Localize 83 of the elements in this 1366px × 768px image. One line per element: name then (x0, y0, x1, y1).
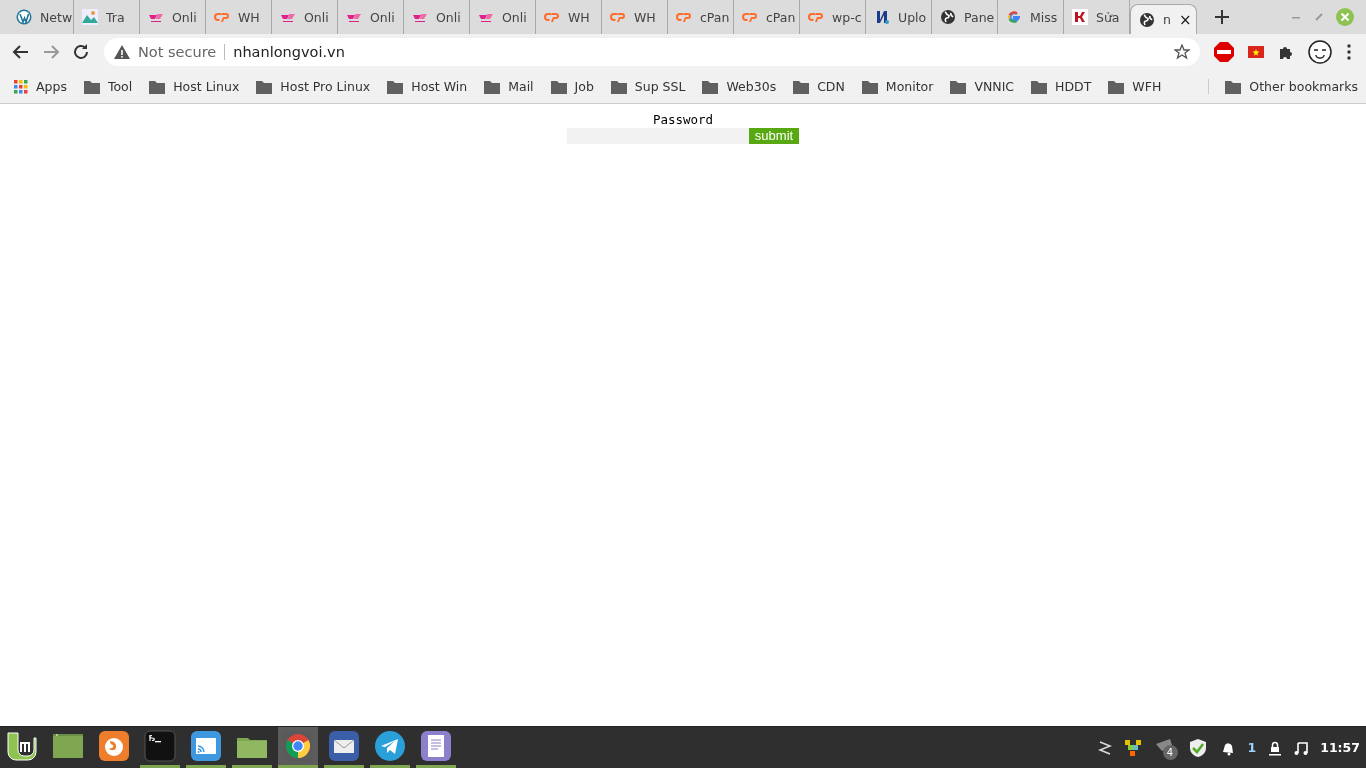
globe-icon (940, 9, 956, 25)
tab-title: WH (238, 9, 260, 25)
profile-avatar-icon[interactable] (1308, 40, 1332, 64)
telegram-icon[interactable] (374, 730, 406, 762)
other-bookmarks-link[interactable]: Other bookmarks (1249, 79, 1358, 94)
bookmark-link[interactable]: VNNIC (974, 79, 1015, 94)
tab-title: Tra (106, 9, 125, 25)
tab-title: cPan (700, 9, 730, 25)
brand-mark-icon (874, 9, 890, 25)
flag-icon[interactable] (1248, 46, 1264, 58)
bookmark-link[interactable]: Sup SSL (634, 79, 686, 94)
google-icon (1006, 9, 1022, 25)
bookmark-link[interactable]: Host Linux (173, 79, 240, 94)
bookmark-link[interactable]: Mail (508, 79, 534, 94)
folder-icon (1031, 79, 1048, 94)
star-icon[interactable] (1174, 44, 1190, 60)
menu-icon[interactable] (1346, 43, 1352, 61)
close-icon[interactable]: × (1178, 10, 1192, 29)
tab-title: WH (568, 9, 590, 25)
tab-title: Pane (964, 9, 995, 25)
bookmark-link[interactable]: Host Pro Linux (280, 79, 371, 94)
bookmark-link[interactable]: Monitor (885, 79, 934, 94)
folder-icon (83, 79, 100, 94)
bookmark-link[interactable]: Web30s (726, 79, 777, 94)
tab-title: WH (634, 9, 656, 25)
wordpress-icon (16, 9, 32, 25)
folder-icon (861, 79, 878, 94)
folder-icon (387, 79, 404, 94)
feed-reader-icon[interactable] (190, 730, 222, 762)
shield-check-icon[interactable] (1187, 737, 1208, 758)
tab-title: Onli (370, 9, 395, 25)
tab-title: wp-c (832, 9, 862, 25)
tab-title: Netw (40, 9, 73, 25)
globe-icon (1139, 11, 1155, 28)
bookmark-link[interactable]: Apps (36, 79, 67, 94)
folder-icon (950, 79, 967, 94)
adblock-icon[interactable] (1214, 42, 1234, 62)
bookmark-link[interactable]: CDN (817, 79, 845, 94)
tab-title: Uplo (898, 9, 927, 25)
text-editor-icon[interactable] (420, 730, 452, 762)
password-label: Password (652, 112, 714, 127)
music-note-icon[interactable] (1294, 739, 1309, 756)
firefox-icon[interactable] (98, 730, 130, 762)
mail-icon[interactable] (328, 730, 360, 762)
mint-menu-icon[interactable] (6, 730, 38, 762)
folder-icon (702, 79, 719, 94)
tab-title: Onli (304, 9, 329, 25)
url-text: nhanlongvoi.vn (233, 44, 345, 60)
clock: 11:57 (1320, 740, 1360, 755)
terminal-icon[interactable] (144, 730, 176, 762)
folder-icon (550, 79, 567, 94)
bookmark-link[interactable]: WFH (1132, 79, 1162, 94)
bookmark-link[interactable]: Host Win (411, 79, 468, 94)
folder-icon (793, 79, 810, 94)
address-bar[interactable]: Not secure nhanlongvoi.vn (104, 38, 1200, 66)
tab-title: Sửa (1096, 9, 1120, 25)
puzzle-icon[interactable] (1278, 44, 1294, 60)
lock-icon[interactable] (1268, 739, 1283, 756)
tab-title: Miss (1030, 9, 1058, 25)
bookmark-link[interactable]: HDDT (1055, 79, 1092, 94)
blocks-icon[interactable] (1123, 738, 1142, 757)
password-field[interactable] (566, 128, 749, 144)
tab-title: n (1163, 12, 1171, 27)
landscape-icon (82, 9, 98, 25)
security-label: Not secure (138, 44, 217, 60)
folder-icon (1225, 79, 1242, 94)
warning-icon (114, 45, 130, 59)
browser-tab[interactable]: n × (1130, 4, 1197, 34)
bookmark-link[interactable]: Job (574, 79, 594, 94)
folder-icon (1108, 79, 1125, 94)
notification-count: 1 (1247, 740, 1257, 755)
folder-icon (484, 79, 501, 94)
folder-icon (149, 79, 166, 94)
bookmark-link[interactable]: Tool (107, 79, 133, 94)
folder-icon (256, 79, 273, 94)
folder-icon (610, 79, 627, 94)
apps-grid-icon[interactable] (14, 79, 28, 94)
tab-title: Onli (502, 9, 527, 25)
tab-title: cPan (766, 9, 796, 25)
network-icon[interactable] (1097, 739, 1112, 756)
letter-logo-icon (1072, 9, 1088, 25)
tab-title: Onli (436, 9, 461, 25)
tab-title: Onli (172, 9, 197, 25)
